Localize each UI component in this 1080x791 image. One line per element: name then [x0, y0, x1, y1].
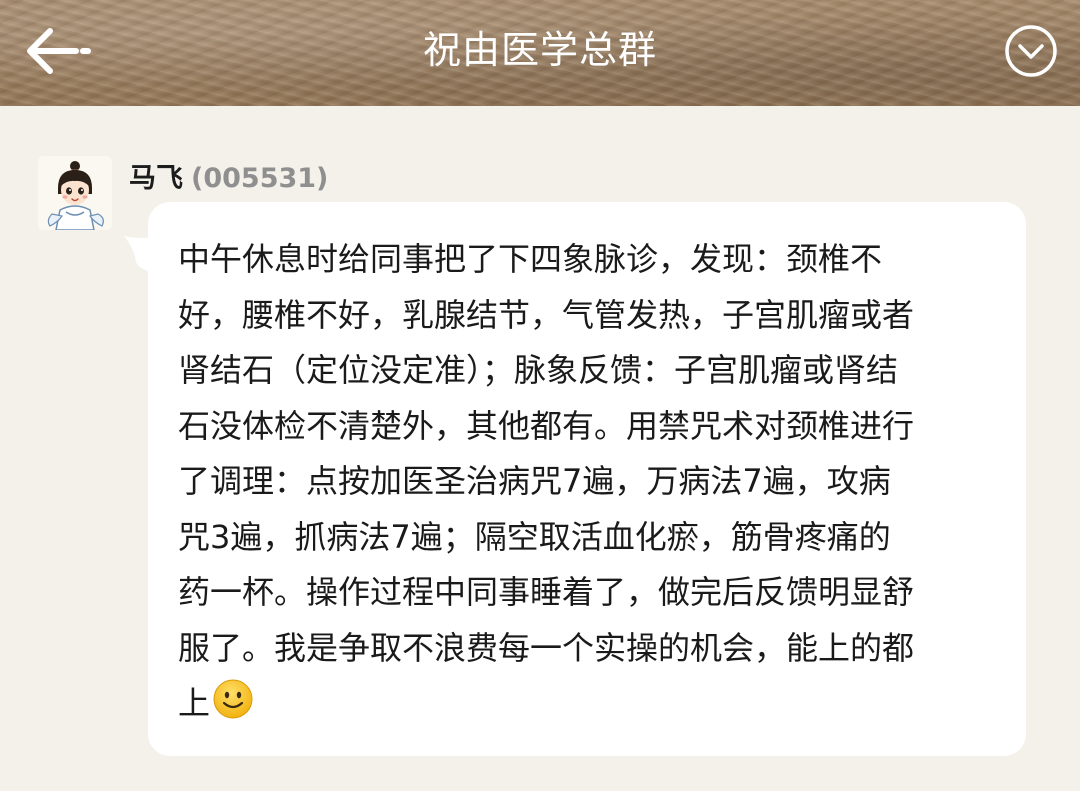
- smiling-face-emoji-icon: [212, 678, 254, 720]
- back-arrow-icon: [27, 28, 91, 74]
- chat-message: 马飞 (005531) 中午休息时给同事把了下四象脉诊，发现：颈椎不 好，腰椎不好…: [0, 106, 1080, 791]
- sender-line: 马飞 (005531): [129, 160, 328, 200]
- message-last-line: 上: [178, 676, 1000, 732]
- message-line: 好，腰椎不好，乳腺结节，气管发热，子宫肌瘤或者: [178, 295, 915, 334]
- message-line: 药一杯。操作过程中同事睡着了，做完后反馈明显舒: [178, 573, 915, 611]
- avatar[interactable]: [38, 156, 112, 230]
- message-line: 肾结石（定位没定准）；脉象反馈：子宫肌瘤或肾结: [178, 351, 899, 389]
- message-line-text: 上: [178, 684, 211, 722]
- message-line: 中午休息时给同事把了下四象脉诊，发现：颈椎不: [178, 240, 883, 278]
- message-line: 石没体检不清楚外，其他都有。用禁咒术对颈椎进行: [178, 406, 915, 445]
- cartoon-avatar-icon: [38, 156, 112, 230]
- message-line: 了调理：点按加医圣治病咒7遍，万病法7遍，攻病: [178, 462, 891, 500]
- chat-header: 祝由医学总群: [0, 0, 1080, 106]
- chat-menu-button[interactable]: [1003, 23, 1059, 79]
- message-bubble[interactable]: 中午休息时给同事把了下四象脉诊，发现：颈椎不 好，腰椎不好，乳腺结节，气管发热，…: [148, 202, 1026, 756]
- message-line: 服了。我是争取不浪费每一个实操的机会，能上的都: [178, 628, 915, 667]
- back-button[interactable]: [20, 22, 98, 80]
- chevron-down-circle-icon: [1005, 25, 1057, 77]
- chat-title: 祝由医学总群: [422, 28, 657, 72]
- message-line: 咒3遍，抓病法7遍；隔空取活血化瘀，筋骨疼痛的: [178, 517, 891, 556]
- sender-id: (005531): [191, 163, 329, 194]
- message-text: 中午休息时给同事把了下四象脉诊，发现：颈椎不 好，腰椎不好，乳腺结节，气管发热，…: [178, 232, 1000, 732]
- sender-name[interactable]: 马飞: [129, 163, 183, 194]
